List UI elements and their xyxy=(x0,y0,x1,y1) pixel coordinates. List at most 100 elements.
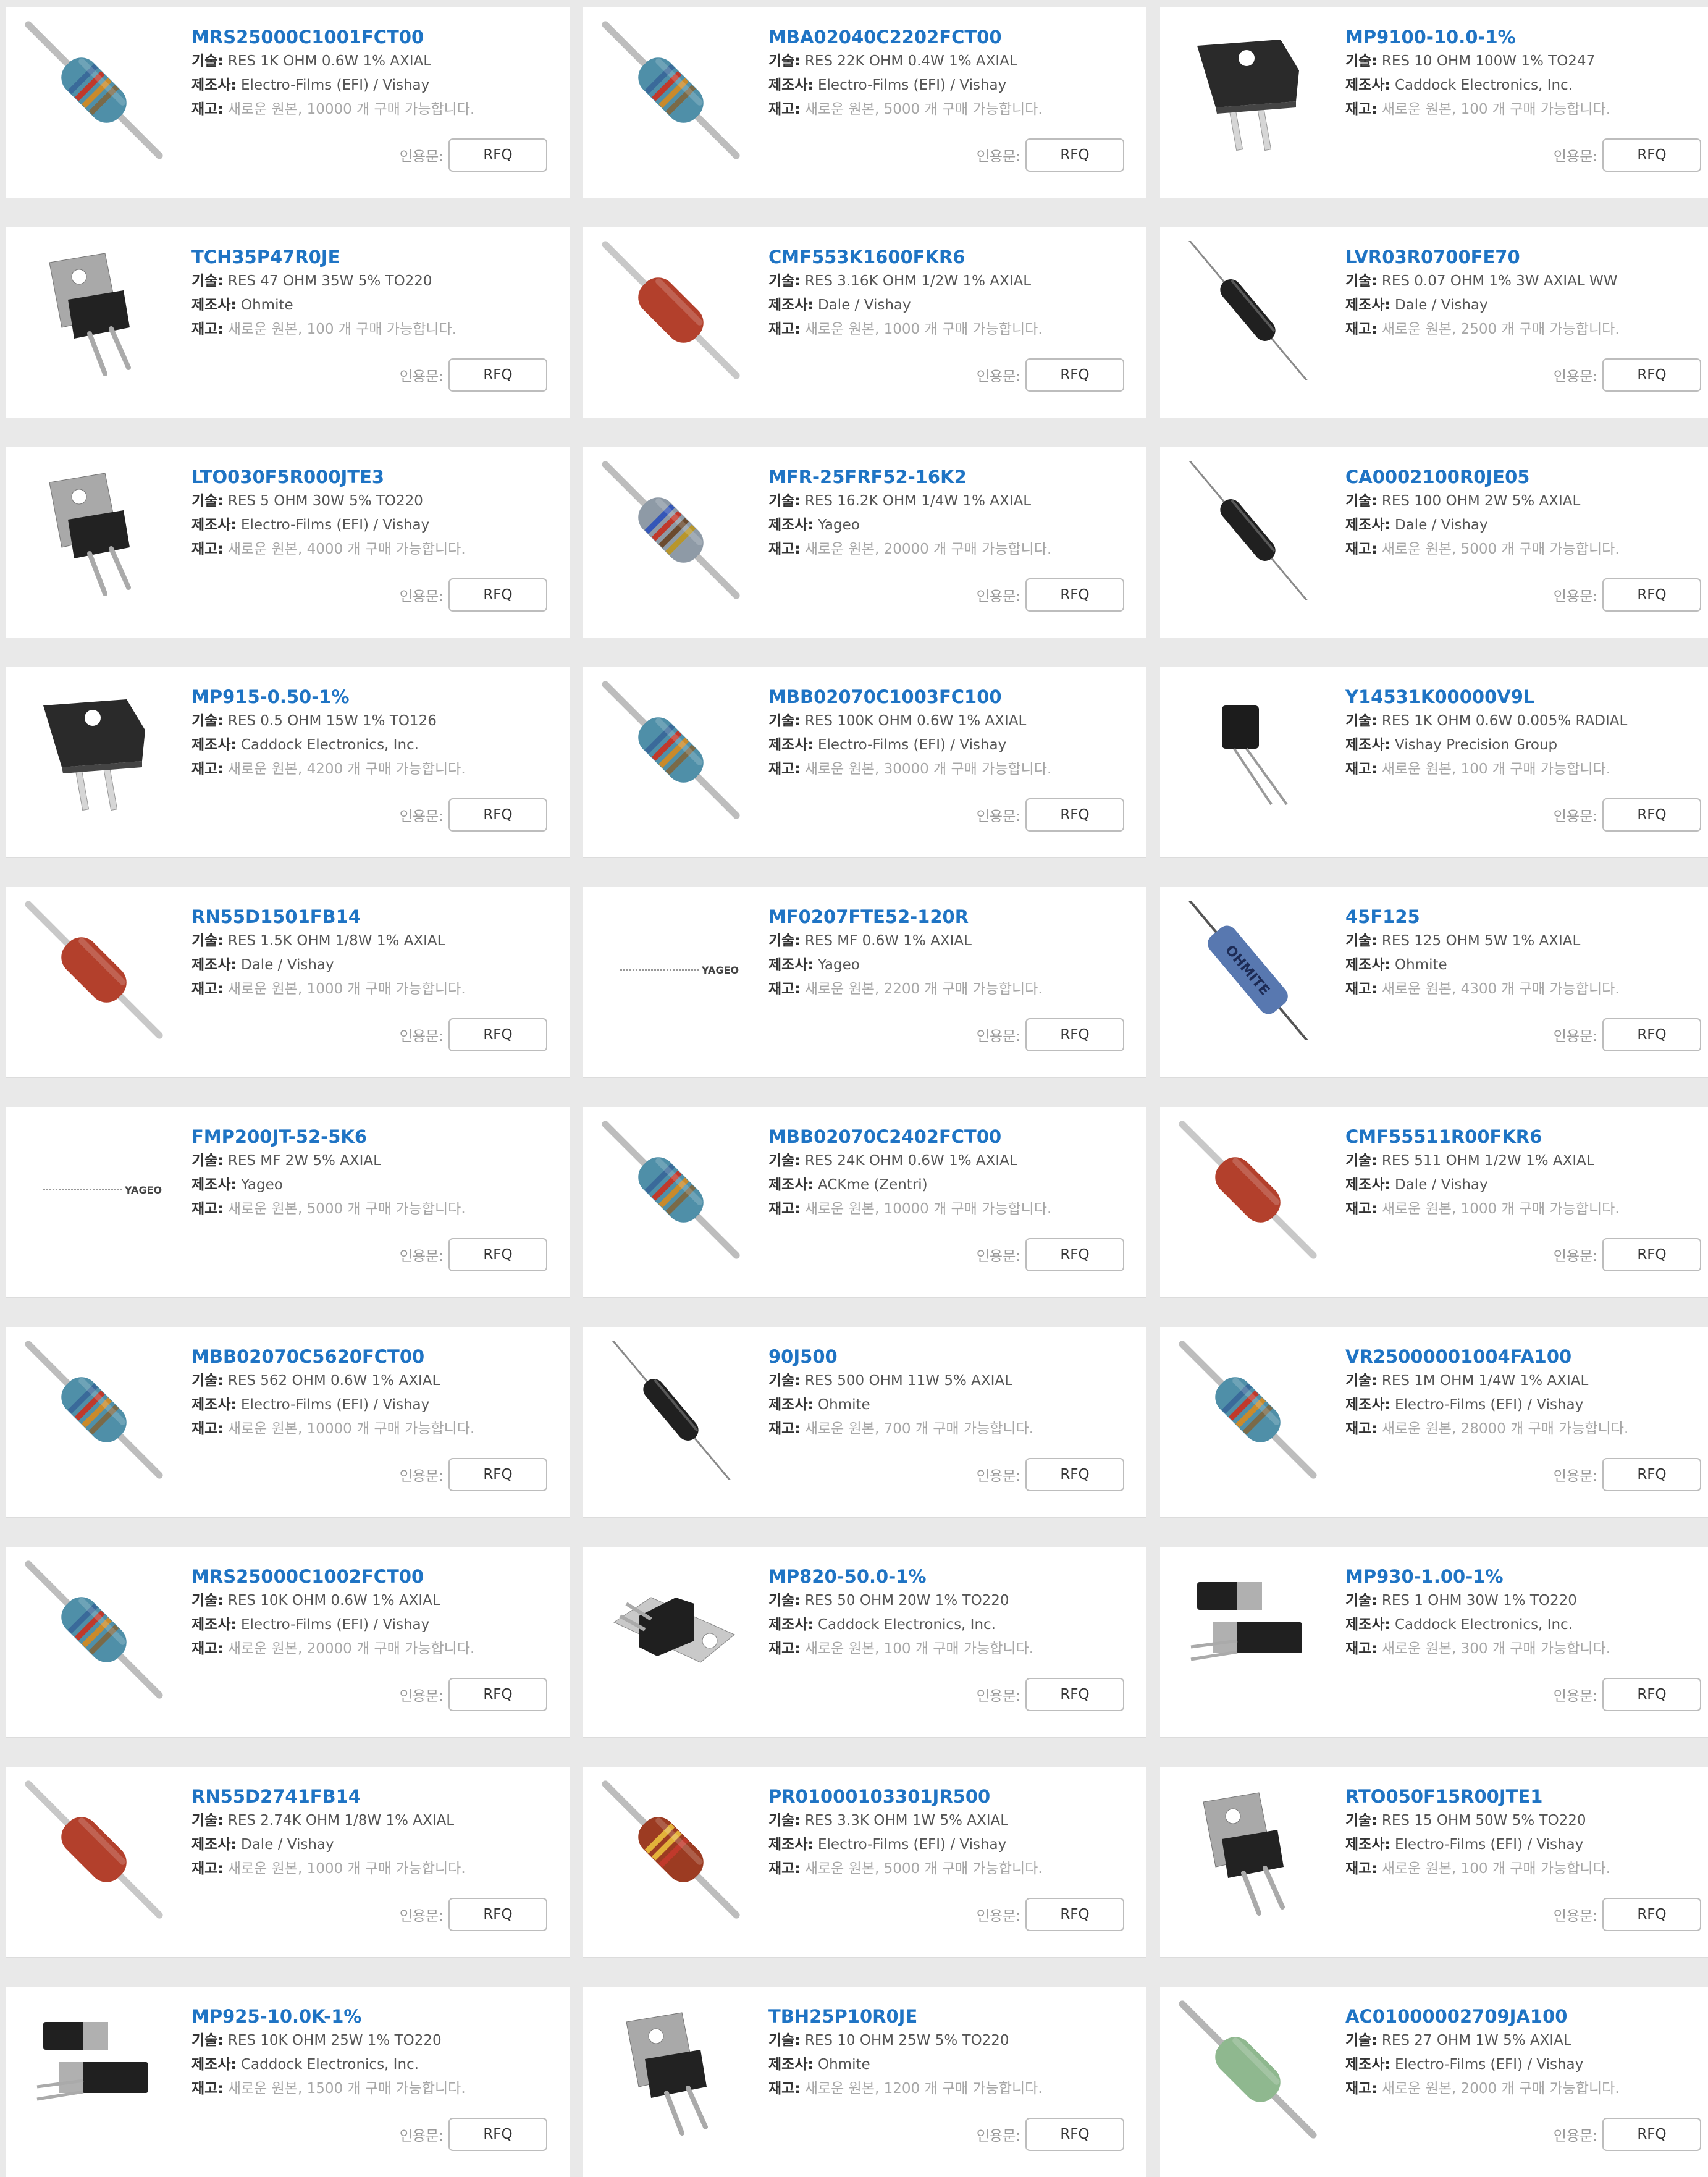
yageo-logo-icon[interactable]: YAGEO xyxy=(602,901,741,1040)
part-number-link[interactable]: MBA02040C2202FCT00 xyxy=(768,25,1128,49)
rfq-button[interactable]: RFQ xyxy=(1602,1018,1701,1051)
radial-resistor-icon[interactable] xyxy=(1179,681,1318,820)
rfq-button[interactable]: RFQ xyxy=(1025,1018,1124,1051)
rfq-button[interactable]: RFQ xyxy=(1602,578,1701,612)
rfq-button[interactable]: RFQ xyxy=(448,578,547,612)
rfq-button[interactable]: RFQ xyxy=(1025,2118,1124,2151)
part-number-link[interactable]: MBB02070C1003FC100 xyxy=(768,684,1128,709)
rfq-button[interactable]: RFQ xyxy=(448,358,547,392)
manufacturer-label: 제조사: xyxy=(191,517,237,533)
part-number-link[interactable]: MP930-1.00-1% xyxy=(1345,1564,1705,1589)
part-number-link[interactable]: MBB02070C2402FCT00 xyxy=(768,1124,1128,1149)
axial-black-resistor-icon[interactable] xyxy=(1179,241,1318,380)
part-number-link[interactable]: AC01000002709JA100 xyxy=(1345,2004,1705,2029)
axial-blue-resistor-icon[interactable] xyxy=(25,1341,164,1480)
part-number-link[interactable]: MP925-10.0K-1% xyxy=(191,2004,551,2029)
part-number-link[interactable]: VR25000001004FA100 xyxy=(1345,1344,1705,1369)
axial-red-resistor-icon[interactable] xyxy=(602,241,741,380)
part-number-link[interactable]: LTO030F5R000JTE3 xyxy=(191,465,551,489)
rfq-button[interactable]: RFQ xyxy=(1602,1678,1701,1711)
rfq-button[interactable]: RFQ xyxy=(448,798,547,832)
part-number-link[interactable]: TBH25P10R0JE xyxy=(768,2004,1128,2029)
part-number-link[interactable]: PR01000103301JR500 xyxy=(768,1784,1128,1809)
stock-row: 재고: 새로운 원본, 10000 개 구매 가능합니다. xyxy=(191,98,551,122)
part-number-link[interactable]: CA0002100R0JE05 xyxy=(1345,465,1705,489)
rfq-button[interactable]: RFQ xyxy=(448,1458,547,1491)
axial-blue-resistor-icon[interactable] xyxy=(1179,1341,1318,1480)
rfq-button[interactable]: RFQ xyxy=(448,1898,547,1931)
axial-blue-resistor-icon[interactable] xyxy=(25,21,164,160)
axial-blue-resistor-icon[interactable] xyxy=(602,1121,741,1260)
axial-red-resistor-icon[interactable] xyxy=(25,901,164,1040)
rfq-button[interactable]: RFQ xyxy=(1025,358,1124,392)
part-number-link[interactable]: 90J500 xyxy=(768,1344,1128,1369)
rfq-button[interactable]: RFQ xyxy=(1602,1238,1701,1271)
to220-pair-resistor-icon[interactable] xyxy=(1179,1560,1318,1699)
power-resistor-to247-icon[interactable] xyxy=(1179,21,1318,160)
part-number-link[interactable]: FMP200JT-52-5K6 xyxy=(191,1124,551,1149)
part-number-link[interactable]: RTO050F15R00JTE1 xyxy=(1345,1784,1705,1809)
quote-label: 인용문: xyxy=(1553,1908,1597,1924)
rfq-button[interactable]: RFQ xyxy=(1025,1678,1124,1711)
axial-blue-resistor-icon[interactable] xyxy=(602,21,741,160)
part-number-link[interactable]: MRS25000C1001FCT00 xyxy=(191,25,551,49)
stock-label: 재고: xyxy=(1345,1201,1378,1217)
yageo-logo-icon[interactable]: YAGEO xyxy=(25,1121,164,1260)
rfq-button[interactable]: RFQ xyxy=(1602,2118,1701,2151)
part-number-link[interactable]: CMF55511R00FKR6 xyxy=(1345,1124,1705,1149)
to220-tab-resistor-icon[interactable] xyxy=(25,461,164,600)
stock-label: 재고: xyxy=(191,541,224,557)
axial-brown-resistor-icon[interactable] xyxy=(602,1780,741,1919)
rfq-button[interactable]: RFQ xyxy=(1602,138,1701,172)
rfq-button[interactable]: RFQ xyxy=(1025,578,1124,612)
rfq-button[interactable]: RFQ xyxy=(1025,1238,1124,1271)
part-number-link[interactable]: RN55D1501FB14 xyxy=(191,904,551,929)
description-value: RES 3.3K OHM 1W 5% AXIAL xyxy=(804,1813,1009,1829)
part-number-link[interactable]: MP820-50.0-1% xyxy=(768,1564,1128,1589)
axial-black-resistor-icon[interactable] xyxy=(1179,461,1318,600)
rfq-button[interactable]: RFQ xyxy=(1025,1898,1124,1931)
power-resistor-to247-icon[interactable] xyxy=(25,681,164,820)
axial-red-resistor-icon[interactable] xyxy=(25,1780,164,1919)
rfq-button[interactable]: RFQ xyxy=(1025,138,1124,172)
part-number-link[interactable]: CMF553K1600FKR6 xyxy=(768,245,1128,269)
axial-red-resistor-icon[interactable] xyxy=(1179,1121,1318,1260)
part-number-link[interactable]: MBB02070C5620FCT00 xyxy=(191,1344,551,1369)
part-number-link[interactable]: TCH35P47R0JE xyxy=(191,245,551,269)
part-number-link[interactable]: 45F125 xyxy=(1345,904,1705,929)
rfq-button[interactable]: RFQ xyxy=(1025,798,1124,832)
part-number-link[interactable]: RN55D2741FB14 xyxy=(191,1784,551,1809)
rfq-button[interactable]: RFQ xyxy=(448,2118,547,2151)
rfq-button[interactable]: RFQ xyxy=(1602,798,1701,832)
part-number-link[interactable]: MF0207FTE52-120R xyxy=(768,904,1128,929)
to220-tab-resistor-icon[interactable] xyxy=(25,241,164,380)
stock-label: 재고: xyxy=(1345,101,1378,117)
rfq-button[interactable]: RFQ xyxy=(448,138,547,172)
axial-blue-resistor-icon[interactable] xyxy=(602,681,741,820)
to220-tab-resistor-icon[interactable] xyxy=(1179,1780,1318,1919)
rfq-button[interactable]: RFQ xyxy=(448,1018,547,1051)
axial-green-resistor-icon[interactable] xyxy=(1179,2000,1318,2139)
axial-black-resistor-icon[interactable] xyxy=(602,1341,741,1480)
rfq-button[interactable]: RFQ xyxy=(1602,1458,1701,1491)
part-number-link[interactable]: MP9100-10.0-1% xyxy=(1345,25,1705,49)
part-number-link[interactable]: MRS25000C1002FCT00 xyxy=(191,1564,551,1589)
rfq-button[interactable]: RFQ xyxy=(1025,1458,1124,1491)
part-number-link[interactable]: MFR-25FRF52-16K2 xyxy=(768,465,1128,489)
part-number-link[interactable]: LVR03R0700FE70 xyxy=(1345,245,1705,269)
product-info: CMF553K1600FKR6 기술: RES 3.16K OHM 1/2W 1… xyxy=(768,245,1128,342)
part-number-link[interactable]: Y14531K00000V9L xyxy=(1345,684,1705,709)
part-number-link[interactable]: MP915-0.50-1% xyxy=(191,684,551,709)
stock-value: 새로운 원본, 5000 개 구매 가능합니다. xyxy=(227,1201,466,1217)
to220-flat-resistor-icon[interactable] xyxy=(602,1560,741,1699)
to220-pair-resistor-icon[interactable] xyxy=(25,2000,164,2139)
rfq-button[interactable]: RFQ xyxy=(1602,1898,1701,1931)
axial-gray-resistor-icon[interactable] xyxy=(602,461,741,600)
rfq-button[interactable]: RFQ xyxy=(448,1678,547,1711)
axial-blue-resistor-icon[interactable] xyxy=(25,1560,164,1699)
description-label: 기술: xyxy=(191,1153,224,1169)
to220-tab-resistor-icon[interactable] xyxy=(602,2000,741,2139)
rfq-button[interactable]: RFQ xyxy=(1602,358,1701,392)
rfq-button[interactable]: RFQ xyxy=(448,1238,547,1271)
ohmite-blue-resistor-icon[interactable]: OHMITE xyxy=(1179,901,1318,1040)
